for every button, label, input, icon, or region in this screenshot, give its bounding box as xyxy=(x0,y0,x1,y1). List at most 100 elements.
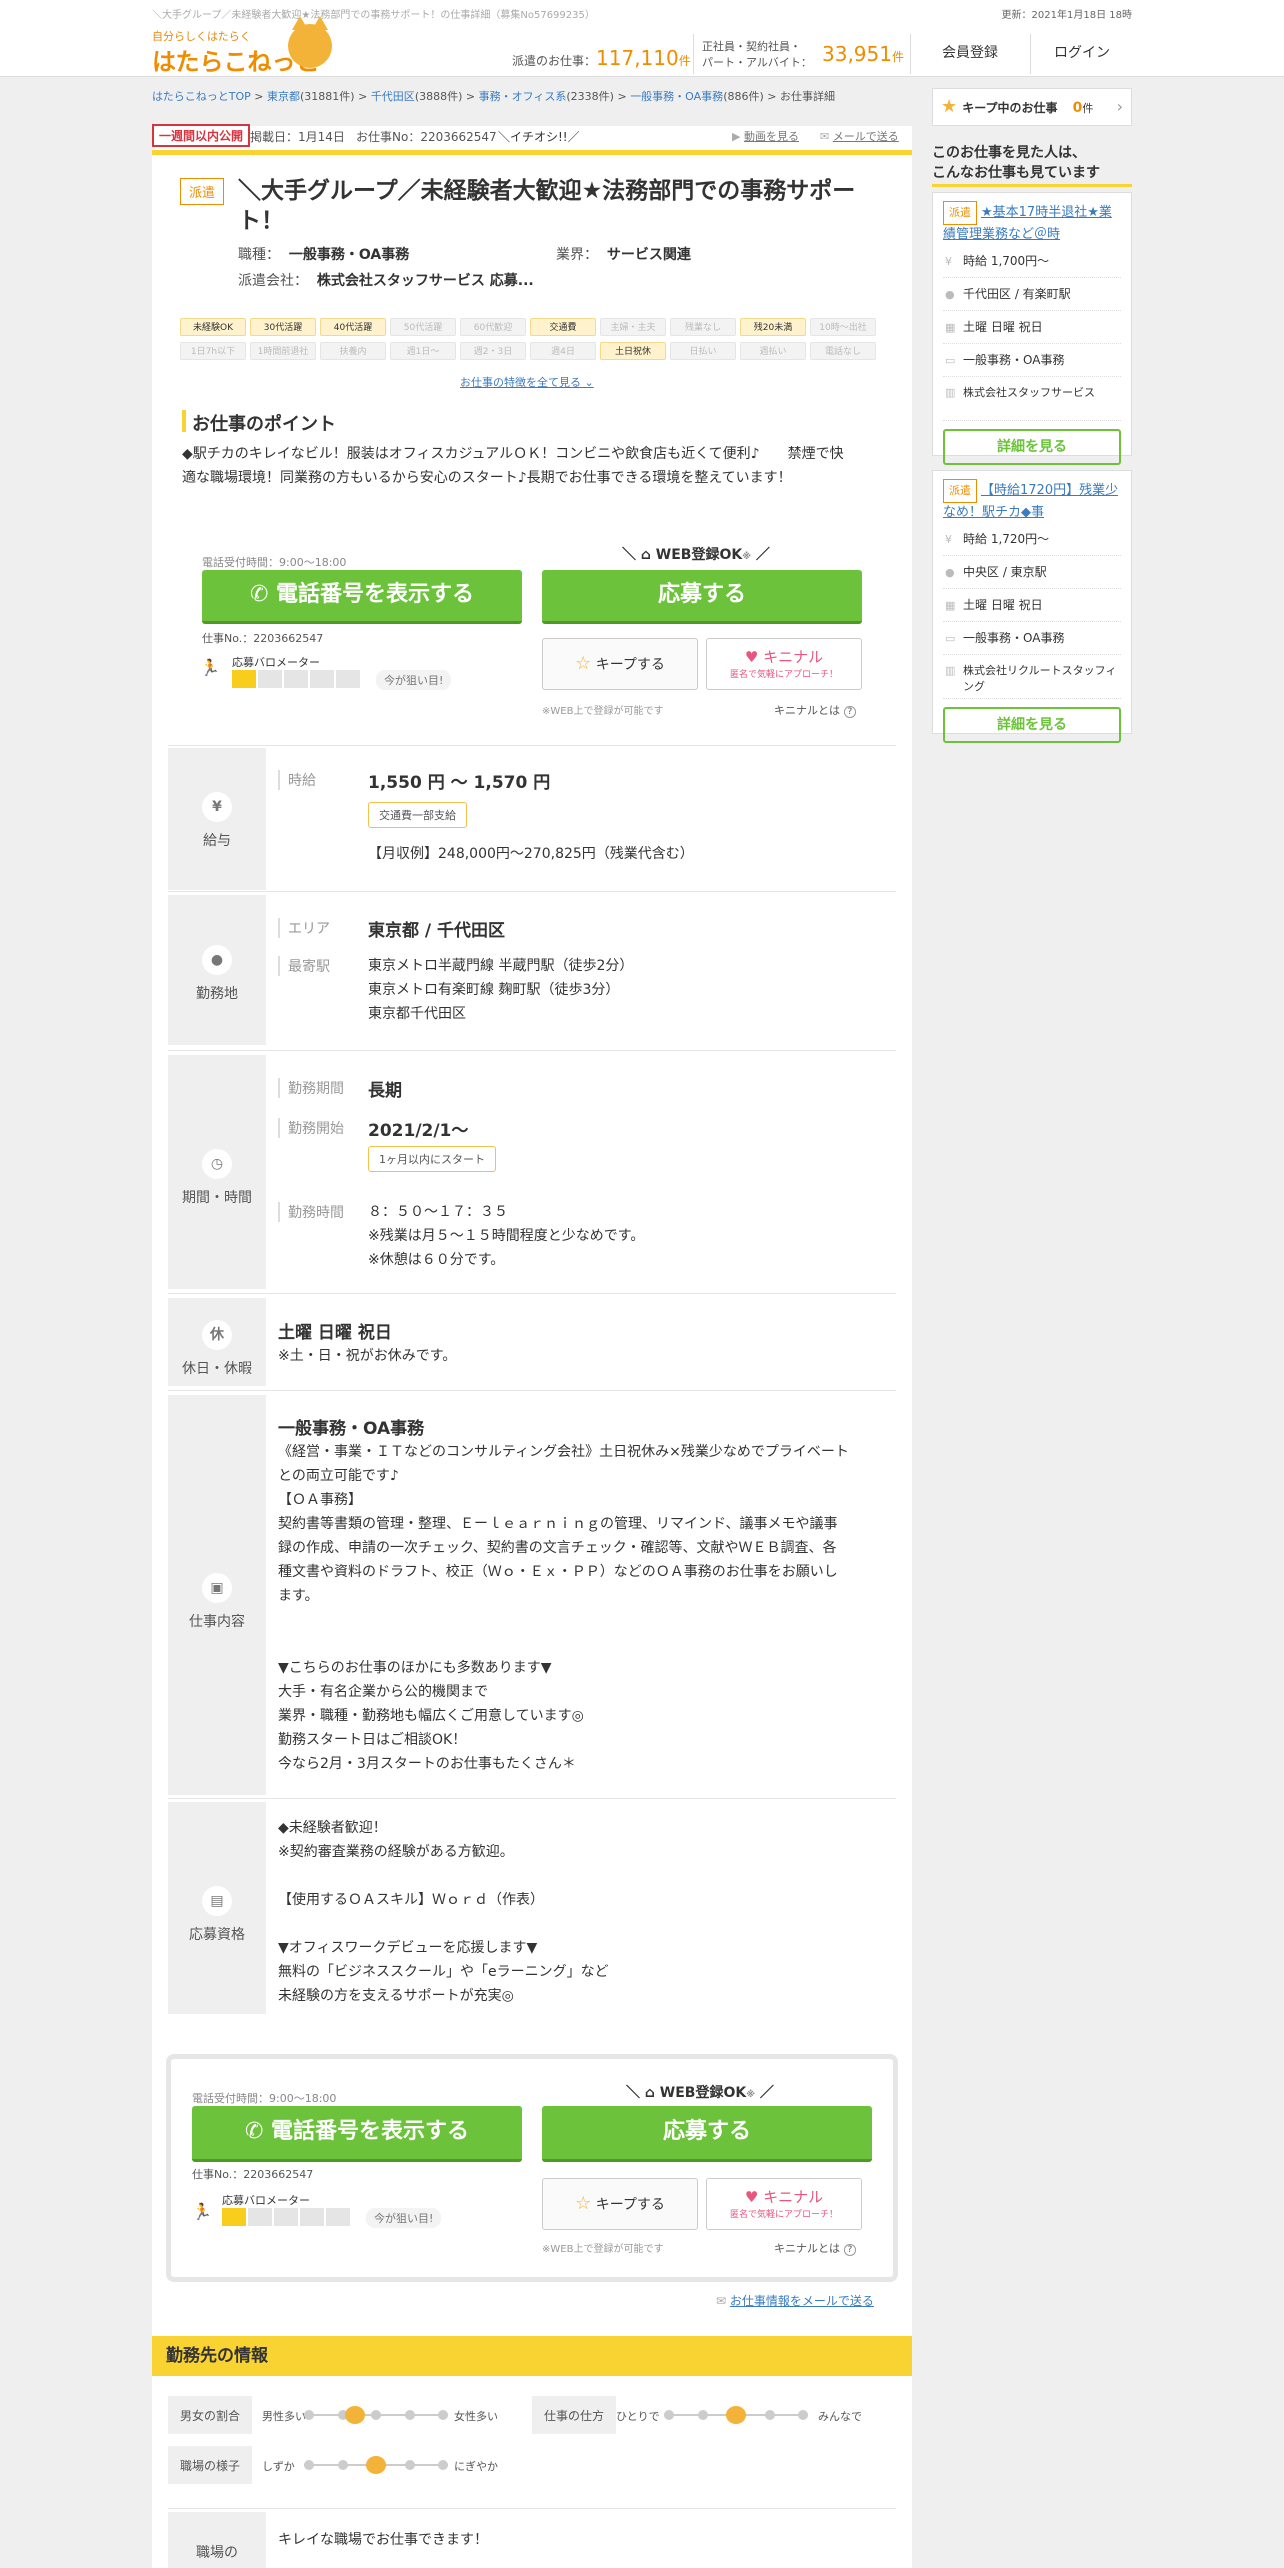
posted-date: 掲載日：1月14日 xyxy=(250,130,345,144)
web-note: ※WEB上で登録が可能です xyxy=(542,706,664,717)
gender-left: 男性多い xyxy=(262,2410,306,2423)
send-job-mail-link[interactable]: ✉ お仕事情報をメールで送る xyxy=(716,2292,874,2309)
star-icon: ☆ xyxy=(575,653,592,674)
feature-tag: 50代活躍 xyxy=(390,318,456,336)
gender-label-cell: 男女の割合 xyxy=(168,2396,252,2434)
period-section-title: 期間・時間 xyxy=(182,1190,252,1206)
divider xyxy=(168,1293,896,1294)
keep-button-label: キープする xyxy=(595,657,665,673)
style-slider xyxy=(664,2404,808,2426)
show-phone-button-2[interactable]: ✆ 電話番号を表示する xyxy=(192,2106,522,2162)
card-place-text: 中央区 / 東京駅 xyxy=(963,565,1047,579)
feature-tag: 日払い xyxy=(670,342,736,360)
kininal-label-2: キニナル xyxy=(763,2188,824,2206)
card-detail-button[interactable]: 詳細を見る xyxy=(943,429,1121,465)
register-button[interactable]: 会員登録 xyxy=(912,30,1028,76)
kininal-about-link[interactable]: キニナルとは ? xyxy=(774,702,857,718)
holiday-value: 土曜 日曜 祝日 xyxy=(278,1323,392,1343)
yen-icon: ¥ xyxy=(202,792,232,822)
new-badge: 一週間以内公開 xyxy=(152,124,251,147)
runner-icon: 🏃 xyxy=(192,2202,212,2221)
breadcrumb-link[interactable]: 事務・オフィス系 xyxy=(479,90,567,103)
keep-button-label-2: キープする xyxy=(595,2197,665,2213)
card-job: ▭ 一般事務・OA事務 xyxy=(943,622,1121,655)
title-top-bar xyxy=(152,150,912,155)
apply-meter xyxy=(232,670,362,692)
keep-button-2[interactable]: ☆ キープする xyxy=(542,2178,698,2230)
text-line: 種文書や資料のドラフト、校正（Ｗｏ・Ｅｘ・ＰＰ）などのＯＡ事務のお仕事をお願いし xyxy=(278,1564,838,1580)
slider-dot xyxy=(438,2410,448,2420)
chevron-right-icon: › xyxy=(1116,97,1123,116)
feature-tag: 主婦・主夫 xyxy=(600,318,666,336)
divider xyxy=(168,745,896,746)
breadcrumb-link[interactable]: はたらこねっとTOP xyxy=(152,90,251,103)
also-viewed-card: 派遣 ★基本17時半退社★業績管理業務など＠時 ¥ 時給 1,700円～ ● 千代田区 /… xyxy=(932,192,1132,465)
phone-icon: ✆ xyxy=(249,582,277,607)
salary-section-label: ¥ 給与 xyxy=(168,748,266,890)
card-company-text: 株式会社リクルートスタッフィング xyxy=(963,664,1117,693)
meter-label-2: 応募バロメーター xyxy=(222,2194,310,2207)
kininal-about-label-2: キニナルとは xyxy=(774,2242,840,2255)
feature-tag: 週2・3日 xyxy=(460,342,526,360)
video-link[interactable]: ▶ 動画を見る xyxy=(732,128,799,144)
feature-tag: 10時～出社 xyxy=(810,318,876,336)
breadcrumb-link[interactable]: 東京都 xyxy=(267,90,300,103)
apply-button[interactable]: 応募する xyxy=(542,570,862,624)
card-job-text: 一般事務・OA事務 xyxy=(963,631,1065,645)
text-line: ます。 xyxy=(278,1588,319,1604)
card-job-text: 一般事務・OA事務 xyxy=(963,353,1065,367)
other-count-label-1: 正社員・契約社員・ xyxy=(702,40,801,53)
style-label-cell: 仕事の仕方 xyxy=(532,2396,616,2434)
haken-count: 派遣のお仕事：117,110件 xyxy=(512,46,691,70)
salary-value: 1,550 円 ～ 1,570 円 xyxy=(368,773,551,793)
web-ok-label: ＼ ⌂ WEB登録OK※ ／ xyxy=(622,547,770,563)
apply-button-2[interactable]: 応募する xyxy=(542,2106,872,2162)
slider-dot xyxy=(337,2460,348,2470)
mail-link[interactable]: ✉ メールで送る xyxy=(820,128,899,144)
term-value: 長期 xyxy=(368,1081,402,1101)
breadcrumb-link[interactable]: 一般事務・OA事務 xyxy=(630,90,723,103)
login-button[interactable]: ログイン xyxy=(1032,30,1132,76)
kininal-button-2[interactable]: ♥ キニナル 匿名で気軽にアプローチ！ xyxy=(706,2178,862,2230)
holiday-section-label: 休休日・休暇 xyxy=(168,1298,266,1386)
show-phone-button[interactable]: ✆ 電話番号を表示する xyxy=(202,570,522,624)
document-icon: ▤ xyxy=(202,1886,232,1916)
start-value: 2021/2/1～ xyxy=(368,1121,469,1141)
content-body: 《経営・事業・ＩＴなどのコンサルティング会社》土日祝休み×残業少なめでプライベー… xyxy=(278,1440,894,1776)
feature-tag: 週4日 xyxy=(530,342,596,360)
phone-hours-2: 電話受付時間：9:00～18:00 xyxy=(192,2092,337,2105)
kininal-about-link-2[interactable]: キニナルとは ? xyxy=(774,2240,857,2256)
slider-dot xyxy=(438,2460,448,2470)
qualification-section-title: 応募資格 xyxy=(189,1927,245,1943)
meter-hint: 今が狙い目! xyxy=(376,670,452,690)
card-head: 派遣 【時給1720円】残業少なめ！駅チカ◆事 xyxy=(943,479,1121,523)
kininal-sub: 匿名で気軽にアプローチ！ xyxy=(729,670,838,680)
haken-count-unit: 件 xyxy=(678,54,691,68)
keep-list-box[interactable]: ★ キープ中のお仕事 0件 › xyxy=(932,88,1132,126)
kininal-button[interactable]: ♥ キニナル 匿名で気軽にアプローチ！ xyxy=(706,638,862,690)
show-all-features-link[interactable]: お仕事の特徴を全て見る ⌄ xyxy=(460,374,594,390)
salary-label: 時給 xyxy=(278,770,316,790)
breadcrumb-link[interactable]: 千代田区 xyxy=(371,90,415,103)
haken-count-label: 派遣のお仕事： xyxy=(512,54,597,68)
salary-section-title: 給与 xyxy=(203,833,231,849)
job-title: ＼大手グループ／未経験者大歓迎★法務部門での事務サポート！ xyxy=(238,178,856,234)
card-place: ● 千代田区 / 有楽町駅 xyxy=(943,278,1121,311)
gender-slider xyxy=(304,2404,448,2426)
location-section-title: 勤務地 xyxy=(196,986,238,1002)
text-line: 【ＯＡ事務】 xyxy=(278,1492,362,1508)
text-line: ▼オフィスワークデビューを応援します▼ xyxy=(278,1940,538,1956)
text-line: 業界・職種・勤務地も幅広くご用意しています◎ xyxy=(278,1708,584,1724)
card-detail-button[interactable]: 詳細を見る xyxy=(943,707,1121,743)
workplace-heading: 勤務先の情報 xyxy=(152,2336,912,2376)
point-text: ◆駅チカのキレイなビル！服装はオフィスカジュアルＯＫ！コンビニや飲食店も近くて便… xyxy=(182,446,844,486)
feature-tag: 残業なし xyxy=(670,318,736,336)
help-icon: ? xyxy=(843,706,857,718)
industry-value: サービス関連 xyxy=(606,247,691,263)
apply-meter-2 xyxy=(222,2208,352,2230)
feature-tag: 交通費 xyxy=(530,318,596,336)
keep-button[interactable]: ☆ キープする xyxy=(542,638,698,690)
map-pin-icon: ● xyxy=(945,288,955,301)
card-type-tag: 派遣 xyxy=(943,201,977,225)
header-divider xyxy=(910,34,911,74)
